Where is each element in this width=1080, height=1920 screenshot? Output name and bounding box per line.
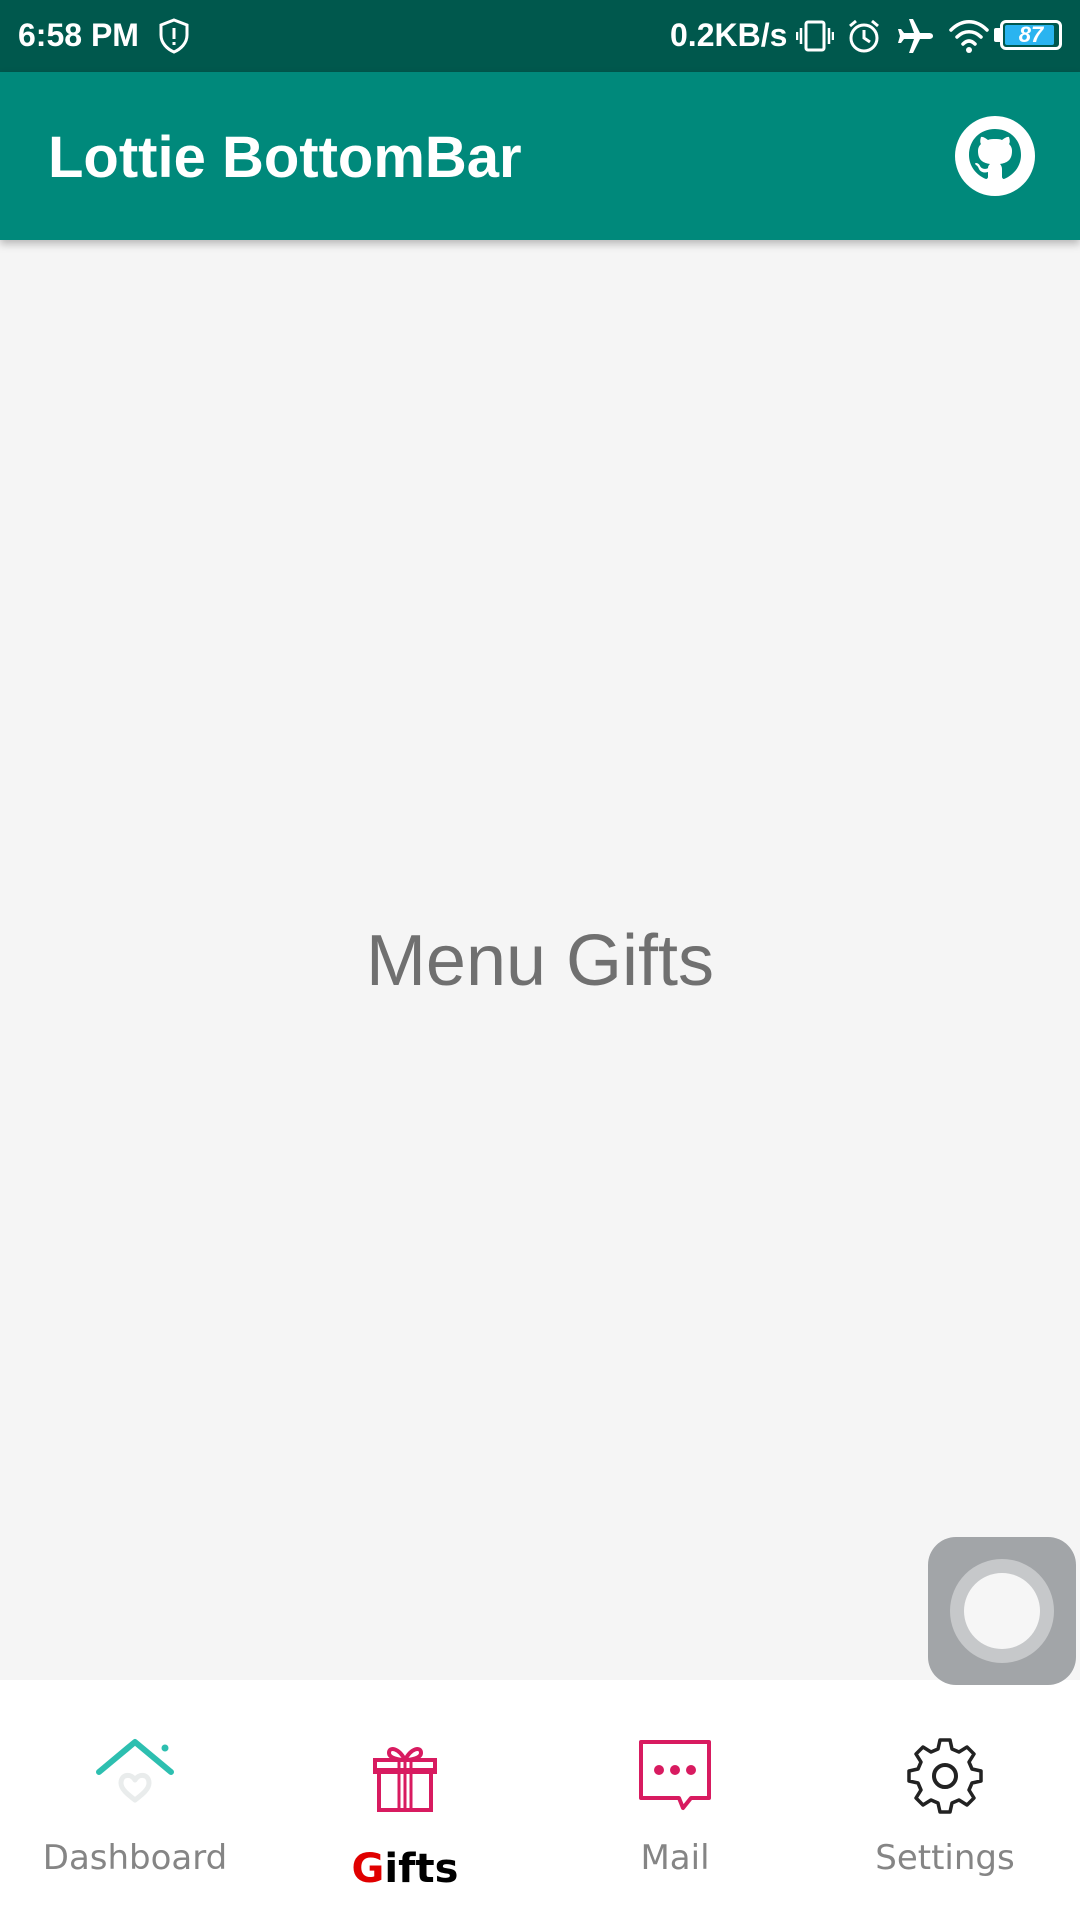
content-title: Menu Gifts — [365, 921, 715, 1001]
alarm-icon — [849, 19, 879, 53]
network-speed: 0.2KB/s — [670, 17, 788, 53]
nav-item-settings[interactable]: Settings — [810, 1680, 1080, 1920]
nav-label-mail: Mail — [640, 1838, 710, 1878]
nav-label-gifts-rest: ifts — [384, 1846, 459, 1892]
nav-label-gifts-first-letter: G — [351, 1846, 385, 1892]
nav-item-dashboard[interactable]: Dashboard — [0, 1680, 270, 1920]
shield-alert-icon — [159, 18, 189, 54]
assistive-dot — [964, 1573, 1040, 1649]
wifi-icon — [949, 20, 989, 53]
assistive-touch-button[interactable] — [928, 1537, 1076, 1685]
nav-label-settings: Settings — [875, 1838, 1015, 1878]
status-bar: 6:58 PM 0.2KB/s 87 — [0, 0, 1080, 72]
home-heart-icon — [96, 1739, 174, 1803]
chat-bubble-icon — [639, 1740, 711, 1810]
nav-item-gifts[interactable]: Gifts — [270, 1680, 540, 1920]
status-time: 6:58 PM — [18, 17, 139, 53]
nav-item-mail[interactable]: Mail — [540, 1680, 810, 1920]
github-icon[interactable] — [954, 115, 1036, 197]
gear-icon — [907, 1738, 983, 1814]
gift-icon — [373, 1747, 437, 1812]
app-bar: Lottie BottomBar — [0, 72, 1080, 240]
nav-label-dashboard: Dashboard — [42, 1838, 228, 1878]
content-area: Menu Gifts — [0, 240, 1080, 1680]
nav-label-gifts: Gifts — [270, 1846, 540, 1892]
bottom-navigation: Dashboard Gifts Mail Settings — [0, 1680, 1080, 1920]
airplane-mode-icon — [898, 19, 933, 53]
app-title: Lottie BottomBar — [48, 125, 522, 190]
screen: 6:58 PM 0.2KB/s 87 Lottie BottomBar Menu… — [0, 0, 1080, 1920]
vibrate-icon — [796, 20, 834, 52]
battery-level: 87 — [1018, 22, 1044, 47]
